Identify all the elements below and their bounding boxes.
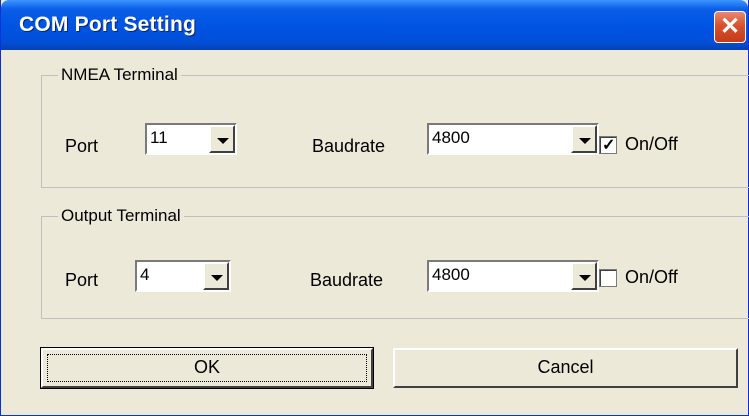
chevron-down-icon xyxy=(217,138,229,144)
output-port-label: Port xyxy=(65,270,99,290)
nmea-port-value: 11 xyxy=(150,128,168,147)
nmea-onoff-checkbox[interactable]: ✓ xyxy=(599,136,617,154)
ok-button[interactable]: OK xyxy=(40,347,374,389)
nmea-baudrate-select[interactable]: 4800 xyxy=(427,123,599,155)
output-onoff-checkbox[interactable] xyxy=(599,269,617,287)
chevron-down-icon xyxy=(579,138,591,144)
nmea-port-select[interactable]: 11 xyxy=(145,123,237,155)
cancel-button-label: Cancel xyxy=(537,357,594,377)
output-onoff-label: On/Off xyxy=(625,267,678,287)
window-title: COM Port Setting xyxy=(19,13,197,36)
output-baudrate-select[interactable]: 4800 xyxy=(427,260,599,292)
output-baudrate-label: Baudrate xyxy=(310,270,384,290)
nmea-terminal-group: NMEA Terminal Port 11 Baudrate 4800 ✓ On… xyxy=(41,65,749,188)
output-port-dropdown-button[interactable] xyxy=(203,262,229,290)
chevron-down-icon xyxy=(579,275,591,281)
output-baudrate-dropdown-button[interactable] xyxy=(571,262,597,290)
output-baudrate-value: 4800 xyxy=(432,265,470,284)
check-mark-icon: ✓ xyxy=(602,137,616,154)
close-button[interactable]: ✕ xyxy=(714,11,746,43)
chevron-down-icon xyxy=(211,275,223,281)
output-terminal-legend: Output Terminal xyxy=(58,206,184,226)
focus-ring xyxy=(47,354,367,382)
output-terminal-group: Output Terminal Port 4 Baudrate 4800 On/… xyxy=(41,206,749,319)
output-port-select[interactable]: 4 xyxy=(135,260,231,292)
title-bar[interactable]: COM Port Setting ✕ xyxy=(1,0,748,50)
cancel-button[interactable]: Cancel xyxy=(393,348,738,388)
nmea-baudrate-dropdown-button[interactable] xyxy=(571,125,597,153)
com-port-dialog: COM Port Setting ✕ NMEA Terminal Port 11… xyxy=(0,0,749,416)
close-icon: ✕ xyxy=(719,13,741,40)
nmea-port-dropdown-button[interactable] xyxy=(209,125,235,153)
nmea-onoff-label: On/Off xyxy=(625,134,678,154)
nmea-baudrate-label: Baudrate xyxy=(312,136,386,156)
output-port-value: 4 xyxy=(140,265,150,284)
nmea-baudrate-value: 4800 xyxy=(432,128,470,147)
nmea-port-label: Port xyxy=(65,136,99,156)
nmea-terminal-legend: NMEA Terminal xyxy=(58,65,181,85)
